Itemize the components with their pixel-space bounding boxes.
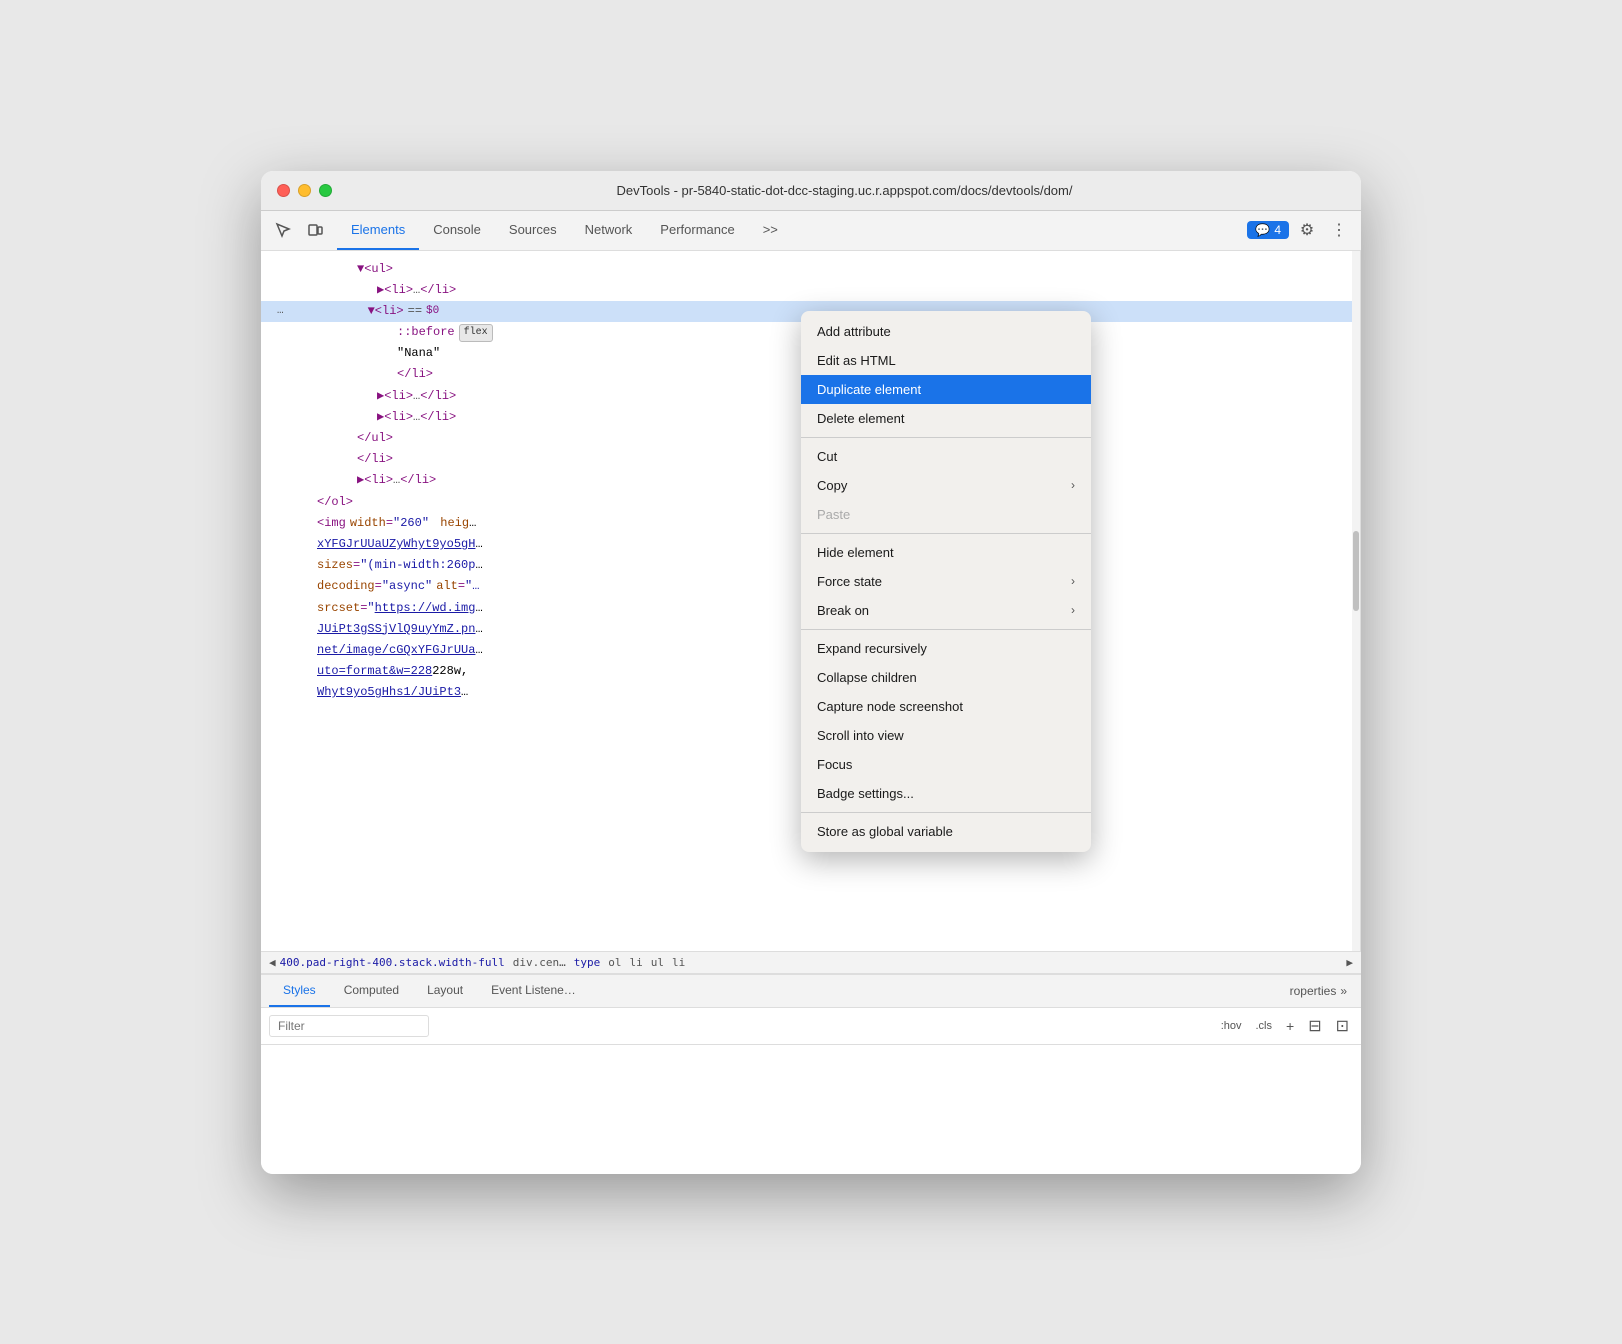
- chevron-right-icon: ›: [1071, 603, 1075, 617]
- close-button[interactable]: [277, 184, 290, 197]
- main-layout: ▼<ul> ▶<li>…</li> … ▼<li> == $0: [261, 251, 1361, 1174]
- ctx-separator: [801, 629, 1091, 630]
- breadcrumb-item[interactable]: ol: [608, 956, 621, 969]
- ctx-global-var[interactable]: Store as global variable: [801, 817, 1091, 846]
- maximize-button[interactable]: [319, 184, 332, 197]
- tab-elements[interactable]: Elements: [337, 211, 419, 250]
- ctx-copy[interactable]: Copy ›: [801, 471, 1091, 500]
- settings-icon[interactable]: ⚙: [1293, 216, 1321, 244]
- cls-filter-btn[interactable]: .cls: [1252, 1018, 1277, 1034]
- ctx-separator: [801, 812, 1091, 813]
- chat-badge[interactable]: 💬 4: [1247, 221, 1289, 239]
- ctx-screenshot[interactable]: Capture node screenshot: [801, 692, 1091, 721]
- ctx-break-on[interactable]: Break on ›: [801, 596, 1091, 625]
- chevron-right-icon: ›: [1071, 574, 1075, 588]
- ctx-focus[interactable]: Focus: [801, 750, 1091, 779]
- select-element-icon[interactable]: [269, 216, 297, 244]
- toolbar-icons: [269, 216, 329, 244]
- filter-input[interactable]: [269, 1015, 429, 1037]
- filter-bar: :hov .cls + ⊟ ⊡: [261, 1008, 1361, 1045]
- tab-more-properties[interactable]: roperties »: [1284, 975, 1353, 1007]
- ctx-duplicate[interactable]: Duplicate element: [801, 375, 1091, 404]
- breadcrumb-item[interactable]: ul: [651, 956, 664, 969]
- breadcrumb-back[interactable]: ◀: [269, 956, 276, 969]
- ctx-collapse[interactable]: Collapse children: [801, 663, 1091, 692]
- more-options-icon[interactable]: ⋮: [1325, 216, 1353, 244]
- window-title: DevTools - pr-5840-static-dot-dcc-stagin…: [344, 183, 1345, 198]
- chevron-right-icon: ›: [1071, 478, 1075, 492]
- dom-panel: ▼<ul> ▶<li>…</li> … ▼<li> == $0: [261, 251, 1361, 951]
- breadcrumb-item[interactable]: li: [672, 956, 685, 969]
- tab-performance[interactable]: Performance: [646, 211, 748, 250]
- dom-line[interactable]: ▼<ul>: [261, 259, 1360, 280]
- ctx-scroll[interactable]: Scroll into view: [801, 721, 1091, 750]
- chevron-right-icon: »: [1340, 984, 1347, 998]
- ctx-paste: Paste: [801, 500, 1091, 529]
- bottom-tabs: Styles Computed Layout Event Listene… ro…: [261, 975, 1361, 1008]
- tab-network[interactable]: Network: [571, 211, 647, 250]
- tab-more[interactable]: >>: [749, 211, 792, 250]
- context-menu: Add attribute Edit as HTML Duplicate ele…: [801, 311, 1091, 852]
- ctx-cut[interactable]: Cut: [801, 442, 1091, 471]
- ctx-force-state[interactable]: Force state ›: [801, 567, 1091, 596]
- tab-computed[interactable]: Computed: [330, 975, 413, 1007]
- device-toolbar-icon[interactable]: [301, 216, 329, 244]
- ctx-hide[interactable]: Hide element: [801, 538, 1091, 567]
- ctx-add-attribute[interactable]: Add attribute: [801, 317, 1091, 346]
- breadcrumb-forward[interactable]: ▶: [1346, 956, 1353, 969]
- hover-filter-btn[interactable]: :hov: [1217, 1018, 1246, 1034]
- devtools-main: ▼<ul> ▶<li>…</li> … ▼<li> == $0: [261, 251, 1361, 951]
- devtools-window: DevTools - pr-5840-static-dot-dcc-stagin…: [261, 171, 1361, 1174]
- toolbar-right: 💬 4 ⚙ ⋮: [1247, 216, 1353, 244]
- ctx-separator: [801, 533, 1091, 534]
- traffic-lights: [277, 184, 332, 197]
- tab-layout[interactable]: Layout: [413, 975, 477, 1007]
- tab-styles[interactable]: Styles: [269, 975, 330, 1007]
- ctx-separator: [801, 437, 1091, 438]
- bottom-panel: Styles Computed Layout Event Listene… ro…: [261, 974, 1361, 1174]
- toggle-css-btn[interactable]: ⊡: [1332, 1014, 1353, 1038]
- new-style-rule-btn[interactable]: ⊟: [1304, 1014, 1325, 1038]
- tab-event-listeners[interactable]: Event Listene…: [477, 975, 590, 1007]
- breadcrumb-item[interactable]: type: [574, 956, 601, 969]
- titlebar: DevTools - pr-5840-static-dot-dcc-stagin…: [261, 171, 1361, 211]
- ctx-expand[interactable]: Expand recursively: [801, 634, 1091, 663]
- tab-console[interactable]: Console: [419, 211, 495, 250]
- breadcrumb-bar: ◀ 400.pad-right-400.stack.width-full div…: [261, 951, 1361, 974]
- filter-actions: :hov .cls + ⊟ ⊡: [1217, 1014, 1353, 1038]
- breadcrumb-item[interactable]: 400.pad-right-400.stack.width-full: [280, 956, 505, 969]
- breadcrumb-item[interactable]: li: [630, 956, 643, 969]
- scrollbar-thumb[interactable]: [1353, 531, 1359, 611]
- scrollbar[interactable]: [1352, 251, 1360, 951]
- minimize-button[interactable]: [298, 184, 311, 197]
- ctx-badge[interactable]: Badge settings...: [801, 779, 1091, 808]
- devtools-toolbar: Elements Console Sources Network Perform…: [261, 211, 1361, 251]
- toolbar-tabs: Elements Console Sources Network Perform…: [337, 211, 1247, 250]
- ctx-delete[interactable]: Delete element: [801, 404, 1091, 433]
- dom-line[interactable]: ▶<li>…</li>: [261, 280, 1360, 301]
- breadcrumb-item[interactable]: div.cen…: [513, 956, 566, 969]
- add-style-btn[interactable]: +: [1282, 1016, 1298, 1036]
- ctx-edit-html[interactable]: Edit as HTML: [801, 346, 1091, 375]
- tab-sources[interactable]: Sources: [495, 211, 571, 250]
